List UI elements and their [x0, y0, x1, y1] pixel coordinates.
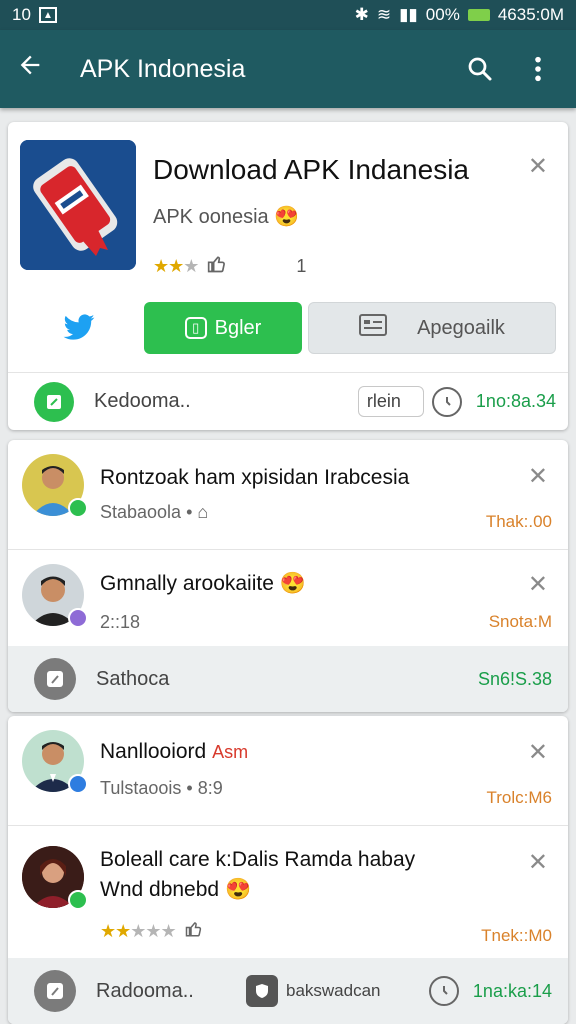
notification-card-2: Nanllooiord Asm Tulstaoois • 8:9 ✕ Trolc…: [8, 716, 568, 1024]
notification-title: Gmnally arookaiite 😍: [100, 572, 306, 596]
notification-subtitle: Tulstaoois • 8:9: [100, 778, 223, 799]
page-title: APK Indonesia: [80, 54, 246, 83]
notification-title: Nanllooiord Asm: [100, 740, 248, 764]
promo-footer: Kedooma.. rlein 1no:8a.34: [8, 372, 568, 430]
status-bar: 10 ▲ ✱ ≋ ▮▮ 00% 4635:0M: [0, 0, 576, 30]
close-icon[interactable]: ✕: [528, 570, 548, 599]
notification-subtitle-text: Tulstaoois: [100, 778, 182, 798]
notification-title-line2: Wnd dbnebd 😍: [100, 878, 251, 902]
promo-title: Download APK Indanesia: [153, 154, 469, 185]
group-footer: Radooma.. bakswadcan 1na:ka:14: [8, 958, 568, 1024]
notification-subtitle-text: Stabaoola: [100, 502, 182, 522]
notification-item[interactable]: Boleall care k:Dalis Ramda habay Wnd dbn…: [8, 826, 568, 958]
notification-meta: Tnek::M0: [481, 926, 552, 945]
id-card-icon: [359, 314, 388, 342]
promo-footer-label: Kedooma..: [94, 390, 191, 412]
secondary-action-button[interactable]: Apegoailk: [308, 302, 556, 354]
group-footer-middle-label: bakswadcan: [286, 981, 381, 1000]
promo-rating-row: ★★★ 1: [153, 254, 306, 279]
back-arrow-icon[interactable]: [16, 51, 56, 87]
close-icon[interactable]: ✕: [528, 848, 548, 877]
battery-icon: [467, 9, 490, 21]
close-icon[interactable]: ✕: [528, 738, 548, 767]
shield-icon[interactable]: [246, 975, 278, 1007]
notification-item[interactable]: Nanllooiord Asm Tulstaoois • 8:9 ✕ Trolc…: [8, 716, 568, 826]
clock-icon[interactable]: [431, 386, 462, 417]
promo-card: Download APK Indanesia APK oonesia 😍 ★★★…: [8, 122, 568, 430]
group-footer-label: Radooma..: [96, 979, 194, 1002]
group-footer: Sathoca Sn6!S.38: [8, 646, 568, 712]
notification-title-text: Nanllooiord: [100, 740, 207, 763]
notification-subtitle: Stabaoola • ⌂: [100, 502, 208, 523]
group-footer-number: 1na:ka:14: [472, 980, 552, 1001]
notification-item[interactable]: Gmnally arookaiite 😍 2::18 ✕ Snota:M: [8, 550, 568, 646]
notification-item[interactable]: Rontzoak ham xpisidan Irabcesia Stabaool…: [8, 440, 568, 550]
clock-icon[interactable]: [428, 976, 459, 1006]
promo-subtitle-text: APK oonesia: [153, 206, 269, 228]
home-icon: ⌂: [197, 502, 209, 522]
notification-title-line2-text: Wnd dbnebd: [100, 878, 220, 901]
battery-percent: 00%: [425, 5, 460, 24]
close-icon[interactable]: ✕: [528, 462, 548, 491]
heart-eyes-emoji-icon: 😍: [224, 878, 252, 901]
twitter-bird-icon[interactable]: [20, 302, 138, 354]
notification-rating-row: ★★★★★: [100, 920, 204, 943]
thumbs-up-icon[interactable]: [206, 254, 228, 279]
primary-action-button[interactable]: ▯ Bgler: [144, 302, 302, 354]
grey-badge-icon[interactable]: [34, 658, 76, 700]
thumbs-up-icon[interactable]: [184, 920, 204, 943]
notification-subtitle: 2::18: [100, 612, 141, 632]
status-time-right: 4635:0M: [497, 5, 564, 24]
status-badge-icon: [68, 608, 88, 628]
status-time-left: 10: [12, 5, 31, 24]
notification-subtitle-extra: 8:9: [197, 778, 223, 798]
heart-eyes-emoji-icon: 😍: [279, 572, 306, 595]
notification-title-accent: Asm: [212, 742, 249, 762]
notification-meta: Trolc:M6: [486, 788, 553, 807]
app-bar: APK Indonesia: [0, 30, 576, 108]
dot-separator-icon: •: [186, 778, 198, 798]
dot-separator-icon: •: [186, 502, 198, 522]
primary-action-label: Bgler: [214, 316, 262, 339]
phone-badge-icon: ▯: [184, 317, 207, 339]
group-footer-label: Sathoca: [96, 667, 170, 690]
online-badge-icon: [68, 890, 88, 910]
image-notification-icon: ▲: [38, 7, 57, 23]
rating-stars-icon: ★★★★★: [100, 921, 177, 941]
notification-title: Boleall care k:Dalis Ramda habay: [100, 848, 416, 871]
notification-title-text: Gmnally arookaiite: [100, 572, 274, 595]
app-logo-icon[interactable]: [20, 140, 136, 270]
notification-card-1: Rontzoak ham xpisidan Irabcesia Stabaool…: [8, 440, 568, 712]
rating-count: 1: [296, 256, 307, 276]
bluetooth-icon: ✱: [354, 5, 369, 24]
close-icon[interactable]: ✕: [528, 152, 548, 181]
group-footer-number: Sn6!S.38: [477, 668, 552, 689]
rating-stars-icon: ★★★: [153, 256, 199, 276]
verified-badge-icon: [68, 774, 88, 794]
notification-title: Rontzoak ham xpisidan Irabcesia: [100, 466, 410, 489]
secondary-action-label: Apegoailk: [417, 316, 505, 339]
notification-meta: Snota:M: [488, 612, 552, 631]
promo-footer-pill[interactable]: rlein: [357, 386, 424, 417]
signal-icon: ▮▮: [399, 5, 418, 24]
notification-meta: Thak:.00: [485, 512, 552, 531]
green-badge-icon[interactable]: [34, 381, 74, 422]
heart-eyes-emoji-icon: 😍: [274, 206, 300, 228]
online-badge-icon: [68, 498, 88, 518]
more-options-icon[interactable]: [516, 47, 560, 91]
promo-actions: ▯ Bgler Apegoailk: [20, 302, 556, 354]
promo-subtitle: APK oonesia 😍: [153, 204, 299, 229]
search-icon[interactable]: [458, 47, 502, 91]
promo-footer-number: 1no:8a.34: [475, 391, 556, 411]
grey-badge-icon[interactable]: [34, 970, 76, 1012]
wifi-icon: ≋: [376, 5, 392, 24]
